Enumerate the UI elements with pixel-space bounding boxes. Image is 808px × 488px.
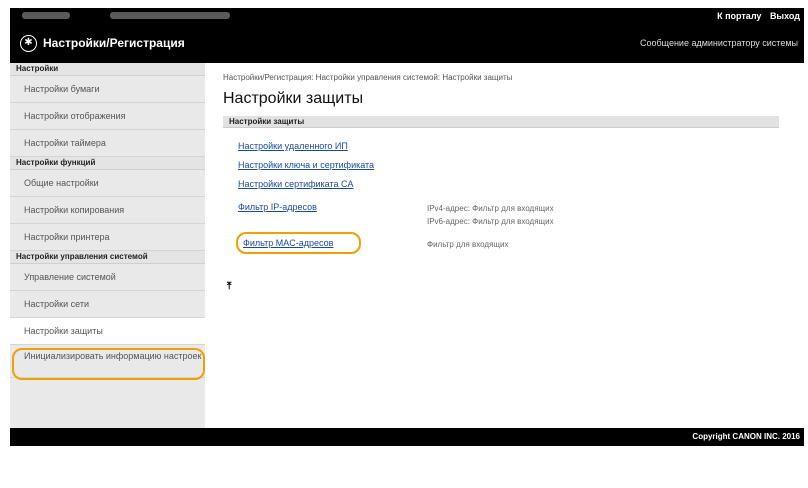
mac-filter-desc: Фильтр для входящих	[427, 240, 509, 249]
link-ip-filter[interactable]: Фильтр IP-адресов	[238, 202, 317, 212]
sidebar-item-display[interactable]: Настройки отображения	[10, 103, 205, 130]
highlight-mac-filter	[236, 232, 361, 254]
sidebar-group-title: Настройки	[10, 63, 205, 76]
blurred-text	[110, 12, 230, 19]
ip-filter-desc-ipv6: IPv6-адрес: Фильтр для входящих	[427, 217, 554, 226]
sidebar-item-paper[interactable]: Настройки бумаги	[10, 76, 205, 103]
sidebar-group-title: Настройки функций	[10, 157, 205, 170]
sidebar-item-printer[interactable]: Настройки принтера	[10, 224, 205, 251]
copyright-text: Copyright CANON INC. 2016	[692, 432, 800, 441]
sidebar-item-general[interactable]: Общие настройки	[10, 170, 205, 197]
portal-link[interactable]: К порталу	[717, 11, 761, 21]
back-to-top-icon[interactable]: ⤒	[227, 281, 231, 292]
page-title: Настройки защиты	[223, 90, 364, 107]
app-header: ✱ Настройки/Регистрация Сообщение админи…	[10, 25, 804, 63]
admin-message-link[interactable]: Сообщение администратору системы	[640, 38, 798, 48]
breadcrumb: Настройки/Регистрация: Настройки управле…	[223, 73, 513, 82]
sidebar-item-security[interactable]: Настройки защиты	[10, 318, 205, 345]
section-header: Настройки защиты	[223, 116, 779, 128]
link-remote-ui-settings[interactable]: Настройки удаленного ИП	[238, 141, 348, 151]
link-ca-certificate-settings[interactable]: Настройки сертификата CA	[238, 179, 354, 189]
sidebar-item-copy[interactable]: Настройки копирования	[10, 197, 205, 224]
footer: Copyright CANON INC. 2016	[10, 428, 804, 446]
highlight-security-item	[12, 348, 205, 380]
settings-logo-icon: ✱	[20, 35, 37, 52]
link-key-certificate-settings[interactable]: Настройки ключа и сертификата	[238, 160, 374, 170]
app-title: Настройки/Регистрация	[43, 36, 185, 50]
sidebar-item-timer[interactable]: Настройки таймера	[10, 130, 205, 157]
sidebar-group-title: Настройки управления системой	[10, 251, 205, 264]
logout-link[interactable]: Выход	[770, 11, 800, 21]
sidebar-item-system-management[interactable]: Управление системой	[10, 264, 205, 291]
blurred-text	[22, 12, 70, 19]
sidebar-item-network[interactable]: Настройки сети	[10, 291, 205, 318]
ip-filter-desc-ipv4: IPv4-адрес: Фильтр для входящих	[427, 204, 554, 213]
top-bar: К порталу Выход	[10, 8, 804, 25]
